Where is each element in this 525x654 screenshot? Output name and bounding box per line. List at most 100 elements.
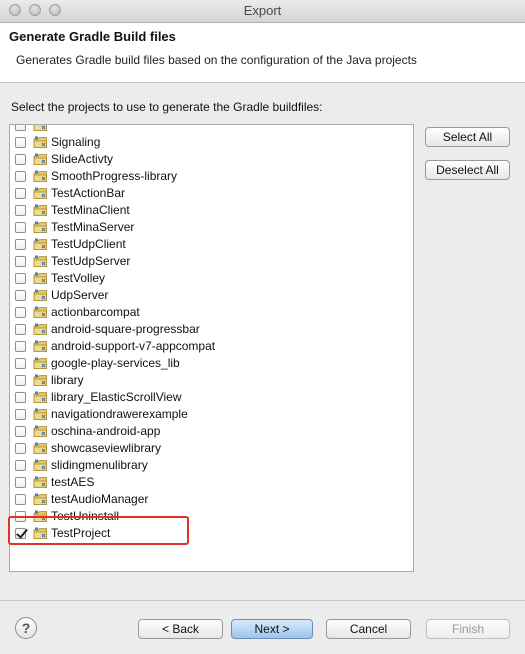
java-project-folder-icon bbox=[33, 255, 48, 268]
project-checkbox[interactable] bbox=[15, 239, 26, 250]
java-project-folder-icon bbox=[33, 425, 48, 438]
project-checkbox[interactable] bbox=[15, 460, 26, 471]
java-project-folder-icon bbox=[33, 306, 48, 319]
projects-label: Select the projects to use to generate t… bbox=[11, 100, 323, 114]
project-label: navigationdrawerexample bbox=[51, 407, 188, 421]
project-row[interactable]: Signaling bbox=[10, 134, 413, 151]
project-checkbox[interactable] bbox=[15, 222, 26, 233]
project-checkbox[interactable] bbox=[15, 171, 26, 182]
project-label: slidingmenulibrary bbox=[51, 458, 148, 472]
project-label: library bbox=[51, 373, 84, 387]
help-icon[interactable]: ? bbox=[15, 617, 37, 639]
project-row[interactable]: TestMinaClient bbox=[10, 202, 413, 219]
finish-button[interactable]: Finish bbox=[426, 619, 510, 639]
project-row[interactable]: testAES bbox=[10, 474, 413, 491]
project-row[interactable]: showcaseviewlibrary bbox=[10, 440, 413, 457]
java-project-folder-icon bbox=[33, 136, 48, 149]
project-label: testAES bbox=[51, 475, 95, 489]
project-checkbox[interactable] bbox=[15, 188, 26, 199]
project-row[interactable]: oschina-android-app bbox=[10, 423, 413, 440]
project-row[interactable]: TestUdpServer bbox=[10, 253, 413, 270]
project-label: TestMinaServer bbox=[51, 220, 135, 234]
java-project-folder-icon bbox=[33, 459, 48, 472]
java-project-folder-icon bbox=[33, 187, 48, 200]
project-checkbox[interactable] bbox=[15, 273, 26, 284]
project-label: library_ElasticScrollView bbox=[51, 390, 182, 404]
project-label: SlideActivty bbox=[51, 152, 114, 166]
java-project-folder-icon bbox=[33, 170, 48, 183]
project-row[interactable]: UdpServer bbox=[10, 287, 413, 304]
project-checkbox[interactable] bbox=[15, 205, 26, 216]
project-checkbox[interactable] bbox=[15, 125, 26, 131]
footer-separator bbox=[0, 600, 525, 601]
project-row[interactable]: slidingmenulibrary bbox=[10, 457, 413, 474]
project-row[interactable]: library bbox=[10, 372, 413, 389]
project-label: TestUdpClient bbox=[51, 237, 126, 251]
project-label: TestMinaClient bbox=[51, 203, 130, 217]
project-row[interactable]: library_ElasticScrollView bbox=[10, 389, 413, 406]
project-checkbox[interactable] bbox=[15, 137, 26, 148]
java-project-folder-icon bbox=[33, 391, 48, 404]
project-label: testAudioManager bbox=[51, 492, 149, 506]
project-label: oschina-android-app bbox=[51, 424, 161, 438]
project-row[interactable]: google-play-services_lib bbox=[10, 355, 413, 372]
project-checkbox[interactable] bbox=[15, 426, 26, 437]
project-checkbox[interactable] bbox=[15, 409, 26, 420]
next-button[interactable]: Next > bbox=[231, 619, 313, 639]
project-row[interactable]: TestUdpClient bbox=[10, 236, 413, 253]
project-label: Signaling bbox=[51, 135, 101, 149]
project-label: android-square-progressbar bbox=[51, 322, 200, 336]
cancel-button[interactable]: Cancel bbox=[326, 619, 411, 639]
project-checkbox[interactable] bbox=[15, 256, 26, 267]
project-row[interactable]: TestActionBar bbox=[10, 185, 413, 202]
back-button[interactable]: < Back bbox=[138, 619, 223, 639]
project-row[interactable] bbox=[10, 125, 413, 134]
project-checkbox[interactable] bbox=[15, 307, 26, 318]
projects-list[interactable]: Signaling SlideActivty SmoothProgress-libr… bbox=[9, 124, 414, 572]
java-project-folder-icon bbox=[33, 238, 48, 251]
deselect-all-button[interactable]: Deselect All bbox=[425, 160, 510, 180]
project-checkbox[interactable] bbox=[15, 443, 26, 454]
java-project-folder-icon bbox=[33, 493, 48, 506]
java-project-folder-icon bbox=[33, 289, 48, 302]
project-label: TestActionBar bbox=[51, 186, 126, 200]
java-project-folder-icon bbox=[33, 153, 48, 166]
project-label: SmoothProgress-library bbox=[51, 169, 178, 183]
project-row[interactable]: navigationdrawerexample bbox=[10, 406, 413, 423]
project-row[interactable]: SlideActivty bbox=[10, 151, 413, 168]
highlight-annotation bbox=[8, 516, 189, 545]
project-checkbox[interactable] bbox=[15, 392, 26, 403]
project-row[interactable]: TestVolley bbox=[10, 270, 413, 287]
project-label: android-support-v7-appcompat bbox=[51, 339, 216, 353]
java-project-folder-icon bbox=[33, 323, 48, 336]
project-checkbox[interactable] bbox=[15, 154, 26, 165]
wizard-banner: Generate Gradle Build files Generates Gr… bbox=[0, 23, 525, 83]
java-project-folder-icon bbox=[33, 125, 48, 132]
project-checkbox[interactable] bbox=[15, 477, 26, 488]
java-project-folder-icon bbox=[33, 357, 48, 370]
project-checkbox[interactable] bbox=[15, 324, 26, 335]
project-label: actionbarcompat bbox=[51, 305, 140, 319]
java-project-folder-icon bbox=[33, 221, 48, 234]
project-label: showcaseviewlibrary bbox=[51, 441, 162, 455]
project-checkbox[interactable] bbox=[15, 341, 26, 352]
java-project-folder-icon bbox=[33, 340, 48, 353]
project-checkbox[interactable] bbox=[15, 494, 26, 505]
project-row[interactable]: actionbarcompat bbox=[10, 304, 413, 321]
project-checkbox[interactable] bbox=[15, 358, 26, 369]
select-all-button[interactable]: Select All bbox=[425, 127, 510, 147]
window-title: Export bbox=[243, 3, 282, 18]
project-checkbox[interactable] bbox=[15, 290, 26, 301]
project-row[interactable]: android-support-v7-appcompat bbox=[10, 338, 413, 355]
export-dialog: Export Generate Gradle Build files Gener… bbox=[0, 0, 525, 654]
java-project-folder-icon bbox=[33, 476, 48, 489]
wizard-description: Generates Gradle build files based on th… bbox=[16, 53, 417, 67]
project-label: TestVolley bbox=[51, 271, 106, 285]
project-checkbox[interactable] bbox=[15, 375, 26, 386]
java-project-folder-icon bbox=[33, 408, 48, 421]
project-row[interactable]: android-square-progressbar bbox=[10, 321, 413, 338]
project-row[interactable]: SmoothProgress-library bbox=[10, 168, 413, 185]
project-row[interactable]: TestMinaServer bbox=[10, 219, 413, 236]
project-row[interactable]: testAudioManager bbox=[10, 491, 413, 508]
java-project-folder-icon bbox=[33, 374, 48, 387]
